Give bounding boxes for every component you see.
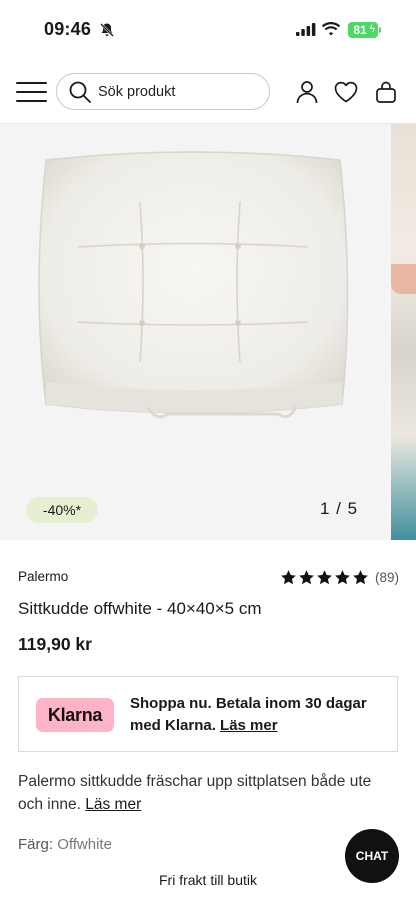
signal-icon [296,23,316,36]
search-input[interactable]: Sök produkt [56,73,270,110]
description-read-more-link[interactable]: Läs mer [85,796,141,813]
bag-icon[interactable] [373,79,399,105]
menu-button[interactable] [16,80,48,104]
charging-bolt-icon: ϟ [369,24,375,35]
menu-icon-line [16,91,47,93]
star-icon [353,570,368,585]
status-time: 09:46 [44,19,92,39]
star-icon [317,570,332,585]
product-price: 119,90 kr [18,634,92,654]
site-header: Sök produkt [0,62,416,124]
bell-off-icon [100,23,114,37]
next-slide-preview [391,264,416,294]
discount-badge: -40%* [26,497,98,523]
description-text: Palermo sittkudde fräschar upp sittplats… [18,773,372,813]
color-value: Offwhite [57,836,112,853]
klarna-banner: Klarna Shoppa nu. Betala inom 30 dagar m… [18,676,398,752]
product-gallery[interactable]: -40%* 1 / 5 [0,124,416,540]
gallery-slide-main[interactable]: -40%* 1 / 5 [0,124,386,540]
klarna-message: Shoppa nu. Betala inom 30 dagar med Klar… [130,693,392,737]
star-icon [335,570,350,585]
status-bar: 09:46 81 ϟ [0,0,416,60]
color-selector[interactable]: Färg: Offwhite [18,836,112,853]
battery-tip [379,27,381,33]
heart-icon[interactable] [333,79,359,105]
gallery-slide-next[interactable] [391,124,416,540]
color-label: Färg: [18,836,54,853]
product-rating[interactable]: (89) [280,569,399,586]
product-title: Sittkudde offwhite - 40×40×5 cm [18,599,262,618]
chat-button[interactable]: CHAT [345,829,399,883]
menu-icon-line [16,82,47,84]
star-icon [281,570,296,585]
klarna-read-more-link[interactable]: Läs mer [220,717,278,734]
cushion-product-image [38,151,349,419]
battery-indicator: 81 ϟ [348,22,378,38]
search-icon [69,81,91,103]
product-description: Palermo sittkudde fräschar upp sittplats… [18,770,398,816]
gallery-page-counter: 1 / 5 [320,499,359,518]
search-placeholder: Sök produkt [98,83,176,100]
klarna-logo: Klarna [36,698,114,732]
menu-icon-line [16,100,47,102]
review-count: (89) [375,570,400,585]
rating-stars [280,569,369,586]
star-icon [299,570,314,585]
wifi-icon [321,22,341,36]
user-icon[interactable] [294,79,320,105]
product-brand[interactable]: Palermo [18,569,68,584]
battery-level: 81 [353,23,367,37]
